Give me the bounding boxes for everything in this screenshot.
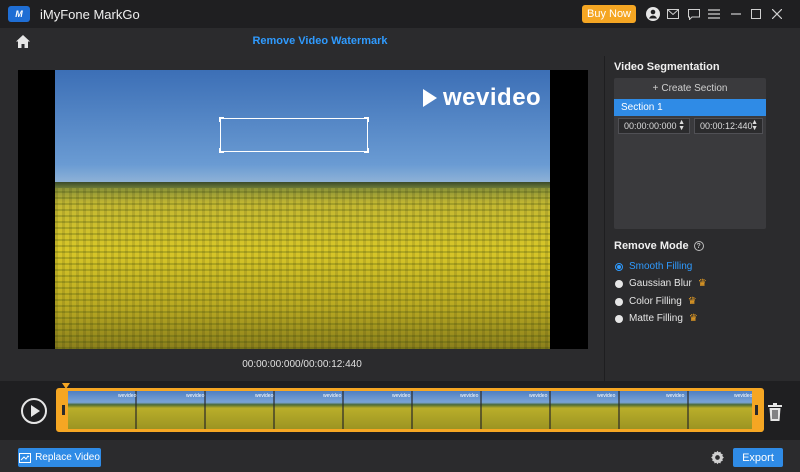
thumb-watermark: wevideo xyxy=(734,393,752,399)
playhead-marker[interactable] xyxy=(62,383,70,389)
timeline-strip[interactable]: wevideo wevideo wevideo wevideo wevideo … xyxy=(56,388,764,432)
replace-video-button[interactable]: Replace Video xyxy=(18,448,101,467)
video-preview: wevideo xyxy=(18,70,588,349)
buy-now-button[interactable]: Buy Now xyxy=(582,5,636,23)
watermark-text: wevideo xyxy=(443,84,542,111)
mail-icon[interactable] xyxy=(664,5,682,23)
segmentation-box: + Create Section Section 1 00:00:00:000 … xyxy=(614,78,766,229)
end-time-field[interactable]: 00:00:12:440 ▲ ▼ xyxy=(694,118,763,134)
app-title: iMyFone MarkGo xyxy=(40,7,140,22)
resize-handle-top-right[interactable] xyxy=(364,117,369,122)
replace-video-label: Replace Video xyxy=(35,452,100,463)
plus-icon: + xyxy=(652,82,659,94)
right-panel: Video Segmentation + Create Section Sect… xyxy=(604,56,800,381)
mode-smooth-filling[interactable]: Smooth Filling xyxy=(615,261,692,272)
radio-icon[interactable] xyxy=(615,279,623,288)
horizon xyxy=(55,182,550,188)
start-time-field[interactable]: 00:00:00:000 ▲ ▼ xyxy=(618,118,690,134)
sunflower-field xyxy=(55,184,550,349)
trim-handle-left[interactable] xyxy=(59,391,68,429)
thumb-watermark: wevideo xyxy=(186,393,205,399)
crown-icon: ♛ xyxy=(688,313,698,324)
resize-handle-bottom-left[interactable] xyxy=(219,148,224,153)
remove-mode-title: Remove Mode ? xyxy=(614,240,704,252)
maximize-icon[interactable] xyxy=(747,5,765,23)
gear-icon[interactable] xyxy=(710,450,725,465)
feedback-icon[interactable] xyxy=(685,5,703,23)
section-item[interactable]: Section 1 xyxy=(614,99,766,116)
crown-icon: ♛ xyxy=(697,278,707,289)
watermark-logo: wevideo xyxy=(423,84,541,112)
radio-selected-icon[interactable] xyxy=(615,262,623,271)
app-logo: M xyxy=(8,6,30,22)
page-title: Remove Video Watermark xyxy=(252,35,388,47)
spinner-icon[interactable]: ▲ ▼ xyxy=(751,119,758,132)
mode-gaussian-blur[interactable]: Gaussian Blur ♛ xyxy=(615,278,707,289)
bottom-bar: Replace Video Export xyxy=(0,440,800,472)
section-label: Section 1 xyxy=(621,102,663,113)
thumb-watermark: wevideo xyxy=(392,393,411,399)
mode-label: Matte Filling xyxy=(629,313,683,324)
menu-icon[interactable] xyxy=(705,5,723,23)
mode-label: Color Filling xyxy=(629,296,682,307)
trash-icon[interactable] xyxy=(767,403,783,421)
thumbnail-strip: wevideo wevideo wevideo wevideo wevideo … xyxy=(68,391,752,429)
help-icon[interactable]: ? xyxy=(693,241,704,251)
remove-mode-label: Remove Mode xyxy=(614,240,689,252)
play-button[interactable] xyxy=(21,398,47,424)
video-frame: wevideo xyxy=(55,70,550,349)
mode-matte-filling[interactable]: Matte Filling ♛ xyxy=(615,313,698,324)
trim-handle-right[interactable] xyxy=(752,391,761,429)
end-time-value: 00:00:12:440 xyxy=(700,121,753,131)
replace-video-icon xyxy=(19,452,32,463)
mode-color-filling[interactable]: Color Filling ♛ xyxy=(615,296,697,307)
thumb-watermark: wevideo xyxy=(529,393,548,399)
grip xyxy=(62,405,65,415)
thumb-watermark: wevideo xyxy=(666,393,685,399)
resize-handle-bottom-right[interactable] xyxy=(364,148,369,153)
time-readout: 00:00:00:000/00:00:12:440 xyxy=(242,359,362,370)
title-bar: M iMyFone MarkGo Buy Now xyxy=(0,0,800,28)
spinner-icon[interactable]: ▲ ▼ xyxy=(678,119,685,132)
create-section-button[interactable]: + Create Section xyxy=(614,78,766,98)
resize-handle-top-left[interactable] xyxy=(219,117,224,122)
thumb-watermark: wevideo xyxy=(255,393,274,399)
minimize-icon[interactable] xyxy=(727,5,745,23)
watermark-selection-box[interactable] xyxy=(219,117,369,153)
preview-area: wevideo 00:00:00:000/00:00:12:440 xyxy=(0,56,604,381)
start-time-value: 00:00:00:000 xyxy=(624,121,677,131)
grip xyxy=(755,405,758,415)
segmentation-title: Video Segmentation xyxy=(614,61,720,73)
export-button[interactable]: Export xyxy=(733,448,783,467)
thumb-watermark: wevideo xyxy=(460,393,479,399)
wevideo-logo-icon xyxy=(423,89,437,107)
create-section-label: Create Section xyxy=(661,82,728,94)
crown-icon: ♛ xyxy=(687,296,697,307)
timeline-area: wevideo wevideo wevideo wevideo wevideo … xyxy=(0,381,800,440)
user-icon[interactable] xyxy=(644,5,662,23)
thumb-watermark: wevideo xyxy=(118,393,137,399)
radio-icon[interactable] xyxy=(615,297,623,306)
toolbar: Remove Video Watermark xyxy=(0,28,800,56)
thumb-watermark: wevideo xyxy=(597,393,616,399)
mode-label: Gaussian Blur xyxy=(629,278,692,289)
thumb-watermark: wevideo xyxy=(323,393,342,399)
close-icon[interactable] xyxy=(768,5,786,23)
radio-icon[interactable] xyxy=(615,314,623,323)
mode-label: Smooth Filling xyxy=(629,261,693,272)
